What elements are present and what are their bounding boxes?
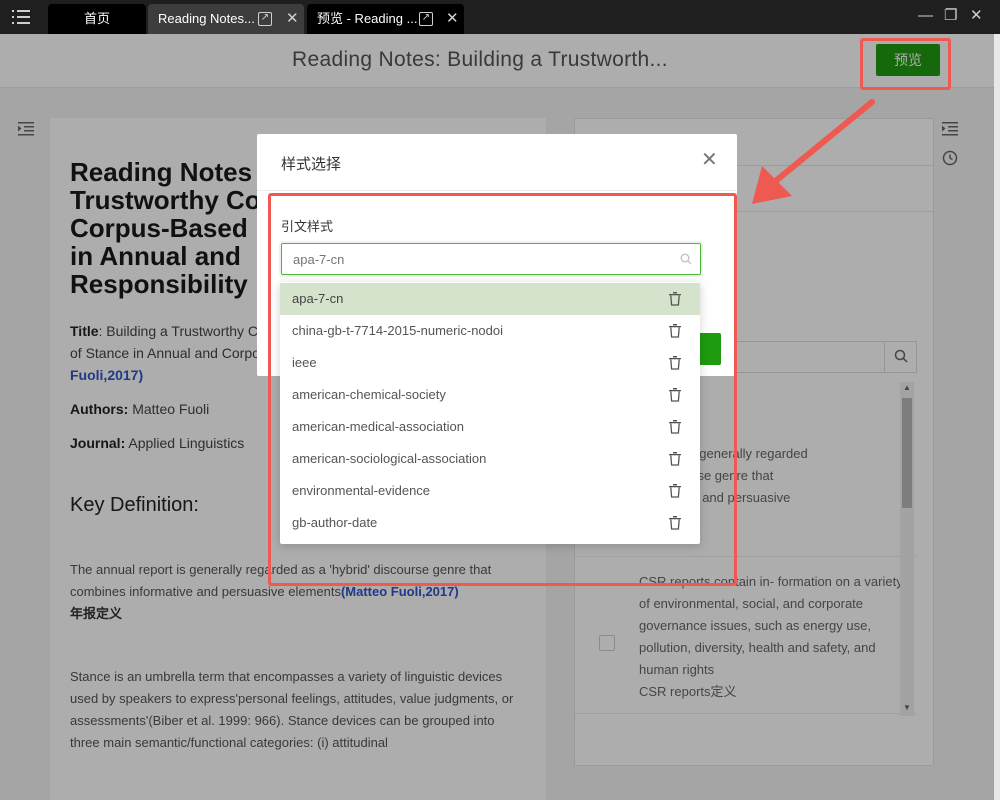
tab-preview[interactable]: 预览 - Reading ... ↗ ✕: [307, 4, 464, 34]
tab-home-label: 首页: [83, 11, 110, 26]
tab-preview-label: 预览 - Reading ...: [317, 11, 417, 26]
menu-icon[interactable]: [12, 9, 32, 25]
dialog-title: 样式选择: [281, 156, 342, 173]
annotation-highlight-preview: [860, 38, 951, 90]
annotation-highlight-dialog: [268, 193, 737, 586]
close-window-icon[interactable]: ✕: [970, 6, 983, 26]
minimize-icon[interactable]: —: [918, 6, 933, 26]
tab-reading-notes-label: Reading Notes...: [158, 11, 255, 26]
close-tab-icon[interactable]: ✕: [286, 4, 299, 34]
open-external-icon[interactable]: ↗: [419, 12, 433, 26]
close-icon[interactable]: ✕: [701, 150, 718, 170]
open-external-icon[interactable]: ↗: [258, 12, 272, 26]
window-scrollbar[interactable]: [994, 34, 1000, 800]
restore-icon[interactable]: ❐: [944, 6, 957, 26]
close-tab-icon[interactable]: ✕: [446, 4, 459, 34]
tab-reading-notes[interactable]: Reading Notes... ↗ ✕: [148, 4, 304, 34]
title-bar: 首页 Reading Notes... ↗ ✕ 预览 - Reading ...…: [0, 0, 1000, 34]
tab-home[interactable]: 首页: [48, 4, 146, 34]
annotation-arrow-icon: [752, 99, 875, 204]
divider: [257, 190, 737, 191]
